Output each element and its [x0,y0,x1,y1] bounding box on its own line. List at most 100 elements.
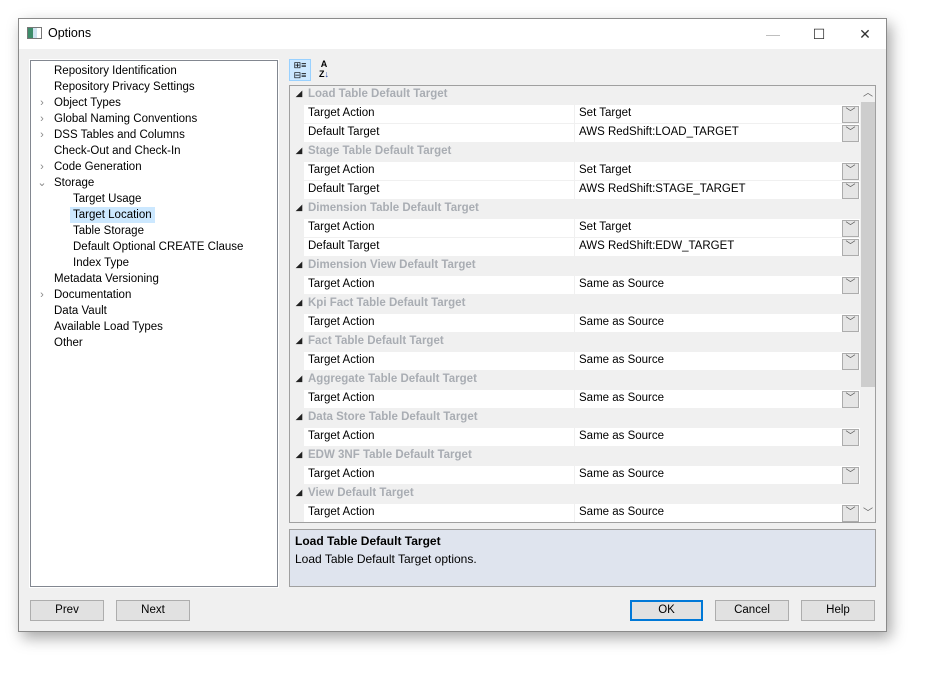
column-divider[interactable] [574,124,575,143]
collapse-triangle-icon[interactable]: ◢ [296,146,302,155]
tree-item[interactable]: Index Type [73,255,129,271]
ok-button[interactable]: OK [630,600,703,621]
collapse-triangle-icon[interactable]: ◢ [296,336,302,345]
property-value[interactable]: Same as Source [579,392,664,404]
category-row[interactable]: ◢ View Default Target [290,485,860,504]
chevron-right-icon[interactable]: › [37,127,47,143]
help-button[interactable]: Help [801,600,875,621]
dropdown-chevron-icon[interactable]: ﹀ [842,391,859,408]
tree-item[interactable]: Repository Identification [54,63,177,79]
property-row[interactable]: Default Target AWS RedShift:STAGE_TARGET ﹀ [290,181,860,200]
column-divider[interactable] [574,466,575,485]
dropdown-chevron-icon[interactable]: ﹀ [842,467,859,484]
dropdown-chevron-icon[interactable]: ﹀ [842,239,859,256]
property-row[interactable]: Target Action Same as Source ﹀ [290,390,860,409]
property-row[interactable]: Target Action Same as Source ﹀ [290,352,860,371]
options-tree[interactable]: Repository Identification Repository Priv… [29,59,279,588]
category-row[interactable]: ◢ Load Table Default Target [290,86,860,105]
category-row[interactable]: ◢ Fact Table Default Target [290,333,860,352]
tree-item[interactable]: Repository Privacy Settings [54,79,195,95]
categorized-button[interactable]: ⊞≡ ⊟≡ [289,59,311,81]
column-divider[interactable] [574,105,575,124]
category-row[interactable]: ◢ Kpi Fact Table Default Target [290,295,860,314]
chevron-down-icon[interactable]: ⌄ [37,175,47,191]
property-value[interactable]: AWS RedShift:LOAD_TARGET [579,126,739,138]
scroll-up-icon[interactable]: ︿ [860,86,875,102]
collapse-triangle-icon[interactable]: ◢ [296,260,302,269]
dropdown-chevron-icon[interactable]: ﹀ [842,182,859,199]
scroll-thumb[interactable] [861,102,875,387]
chevron-right-icon[interactable]: › [37,95,47,111]
tree-item[interactable]: Object Types [54,95,121,111]
property-row[interactable]: Target Action Set Target ﹀ [290,219,860,238]
next-button[interactable]: Next [116,600,190,621]
category-row[interactable]: ◢ Stage Table Default Target [290,143,860,162]
property-value[interactable]: Set Target [579,221,631,233]
column-divider[interactable] [574,314,575,333]
column-divider[interactable] [574,162,575,181]
chevron-right-icon[interactable]: › [37,159,47,175]
dropdown-chevron-icon[interactable]: ﹀ [842,106,859,123]
property-value[interactable]: Set Target [579,164,631,176]
dropdown-chevron-icon[interactable]: ﹀ [842,125,859,142]
column-divider[interactable] [574,390,575,409]
tree-item[interactable]: Target Usage [73,191,141,207]
close-button[interactable]: ✕ [842,19,888,49]
scroll-down-icon[interactable]: ﹀ [860,506,875,522]
dropdown-chevron-icon[interactable]: ﹀ [842,505,859,522]
tree-item[interactable]: Global Naming Conventions [54,111,197,127]
tree-item[interactable]: Table Storage [73,223,144,239]
chevron-right-icon[interactable]: › [37,111,47,127]
tree-item[interactable]: Metadata Versioning [54,271,159,287]
tree-item[interactable]: Available Load Types [54,319,163,335]
property-row[interactable]: Default Target AWS RedShift:LOAD_TARGET ﹀ [290,124,860,143]
property-value[interactable]: Same as Source [579,506,664,518]
dropdown-chevron-icon[interactable]: ﹀ [842,277,859,294]
property-row[interactable]: Target Action Same as Source ﹀ [290,428,860,447]
prev-button[interactable]: Prev [30,600,104,621]
collapse-triangle-icon[interactable]: ◢ [296,412,302,421]
column-divider[interactable] [574,181,575,200]
tree-item[interactable]: Check-Out and Check-In [54,143,181,159]
property-row[interactable]: Target Action Same as Source ﹀ [290,276,860,295]
column-divider[interactable] [574,504,575,522]
category-row[interactable]: ◢ Data Store Table Default Target [290,409,860,428]
collapse-triangle-icon[interactable]: ◢ [296,450,302,459]
property-row[interactable]: Target Action Set Target ﹀ [290,162,860,181]
tree-item[interactable]: Data Vault [54,303,107,319]
property-value[interactable]: Same as Source [579,468,664,480]
tree-item[interactable]: Other [54,335,83,351]
property-value[interactable]: Same as Source [579,316,664,328]
tree-item[interactable]: Storage [54,175,94,191]
tree-item[interactable]: Documentation [54,287,131,303]
property-value[interactable]: Set Target [579,107,631,119]
collapse-triangle-icon[interactable]: ◢ [296,488,302,497]
property-row[interactable]: Target Action Same as Source ﹀ [290,466,860,485]
dropdown-chevron-icon[interactable]: ﹀ [842,315,859,332]
property-value[interactable]: Same as Source [579,430,664,442]
vertical-scrollbar[interactable]: ︿ ﹀ [860,86,875,522]
property-row[interactable]: Target Action Set Target ﹀ [290,105,860,124]
tree-item[interactable]: Target Location [70,207,155,223]
minimize-button[interactable]: — [750,19,796,49]
collapse-triangle-icon[interactable]: ◢ [296,89,302,98]
collapse-triangle-icon[interactable]: ◢ [296,203,302,212]
property-value[interactable]: Same as Source [579,278,664,290]
column-divider[interactable] [574,428,575,447]
property-value[interactable]: Same as Source [579,354,664,366]
column-divider[interactable] [574,219,575,238]
dropdown-chevron-icon[interactable]: ﹀ [842,163,859,180]
column-divider[interactable] [574,276,575,295]
dropdown-chevron-icon[interactable]: ﹀ [842,220,859,237]
category-row[interactable]: ◢ Aggregate Table Default Target [290,371,860,390]
tree-item[interactable]: Default Optional CREATE Clause [73,239,243,255]
collapse-triangle-icon[interactable]: ◢ [296,374,302,383]
column-divider[interactable] [574,238,575,257]
alphabetical-button[interactable]: A Z↓ [313,59,335,81]
category-row[interactable]: ◢ Dimension View Default Target [290,257,860,276]
chevron-right-icon[interactable]: › [37,287,47,303]
property-row[interactable]: Default Target AWS RedShift:EDW_TARGET ﹀ [290,238,860,257]
maximize-button[interactable]: ☐ [796,19,842,49]
category-row[interactable]: ◢ Dimension Table Default Target [290,200,860,219]
property-row[interactable]: Target Action Same as Source ﹀ [290,504,860,522]
